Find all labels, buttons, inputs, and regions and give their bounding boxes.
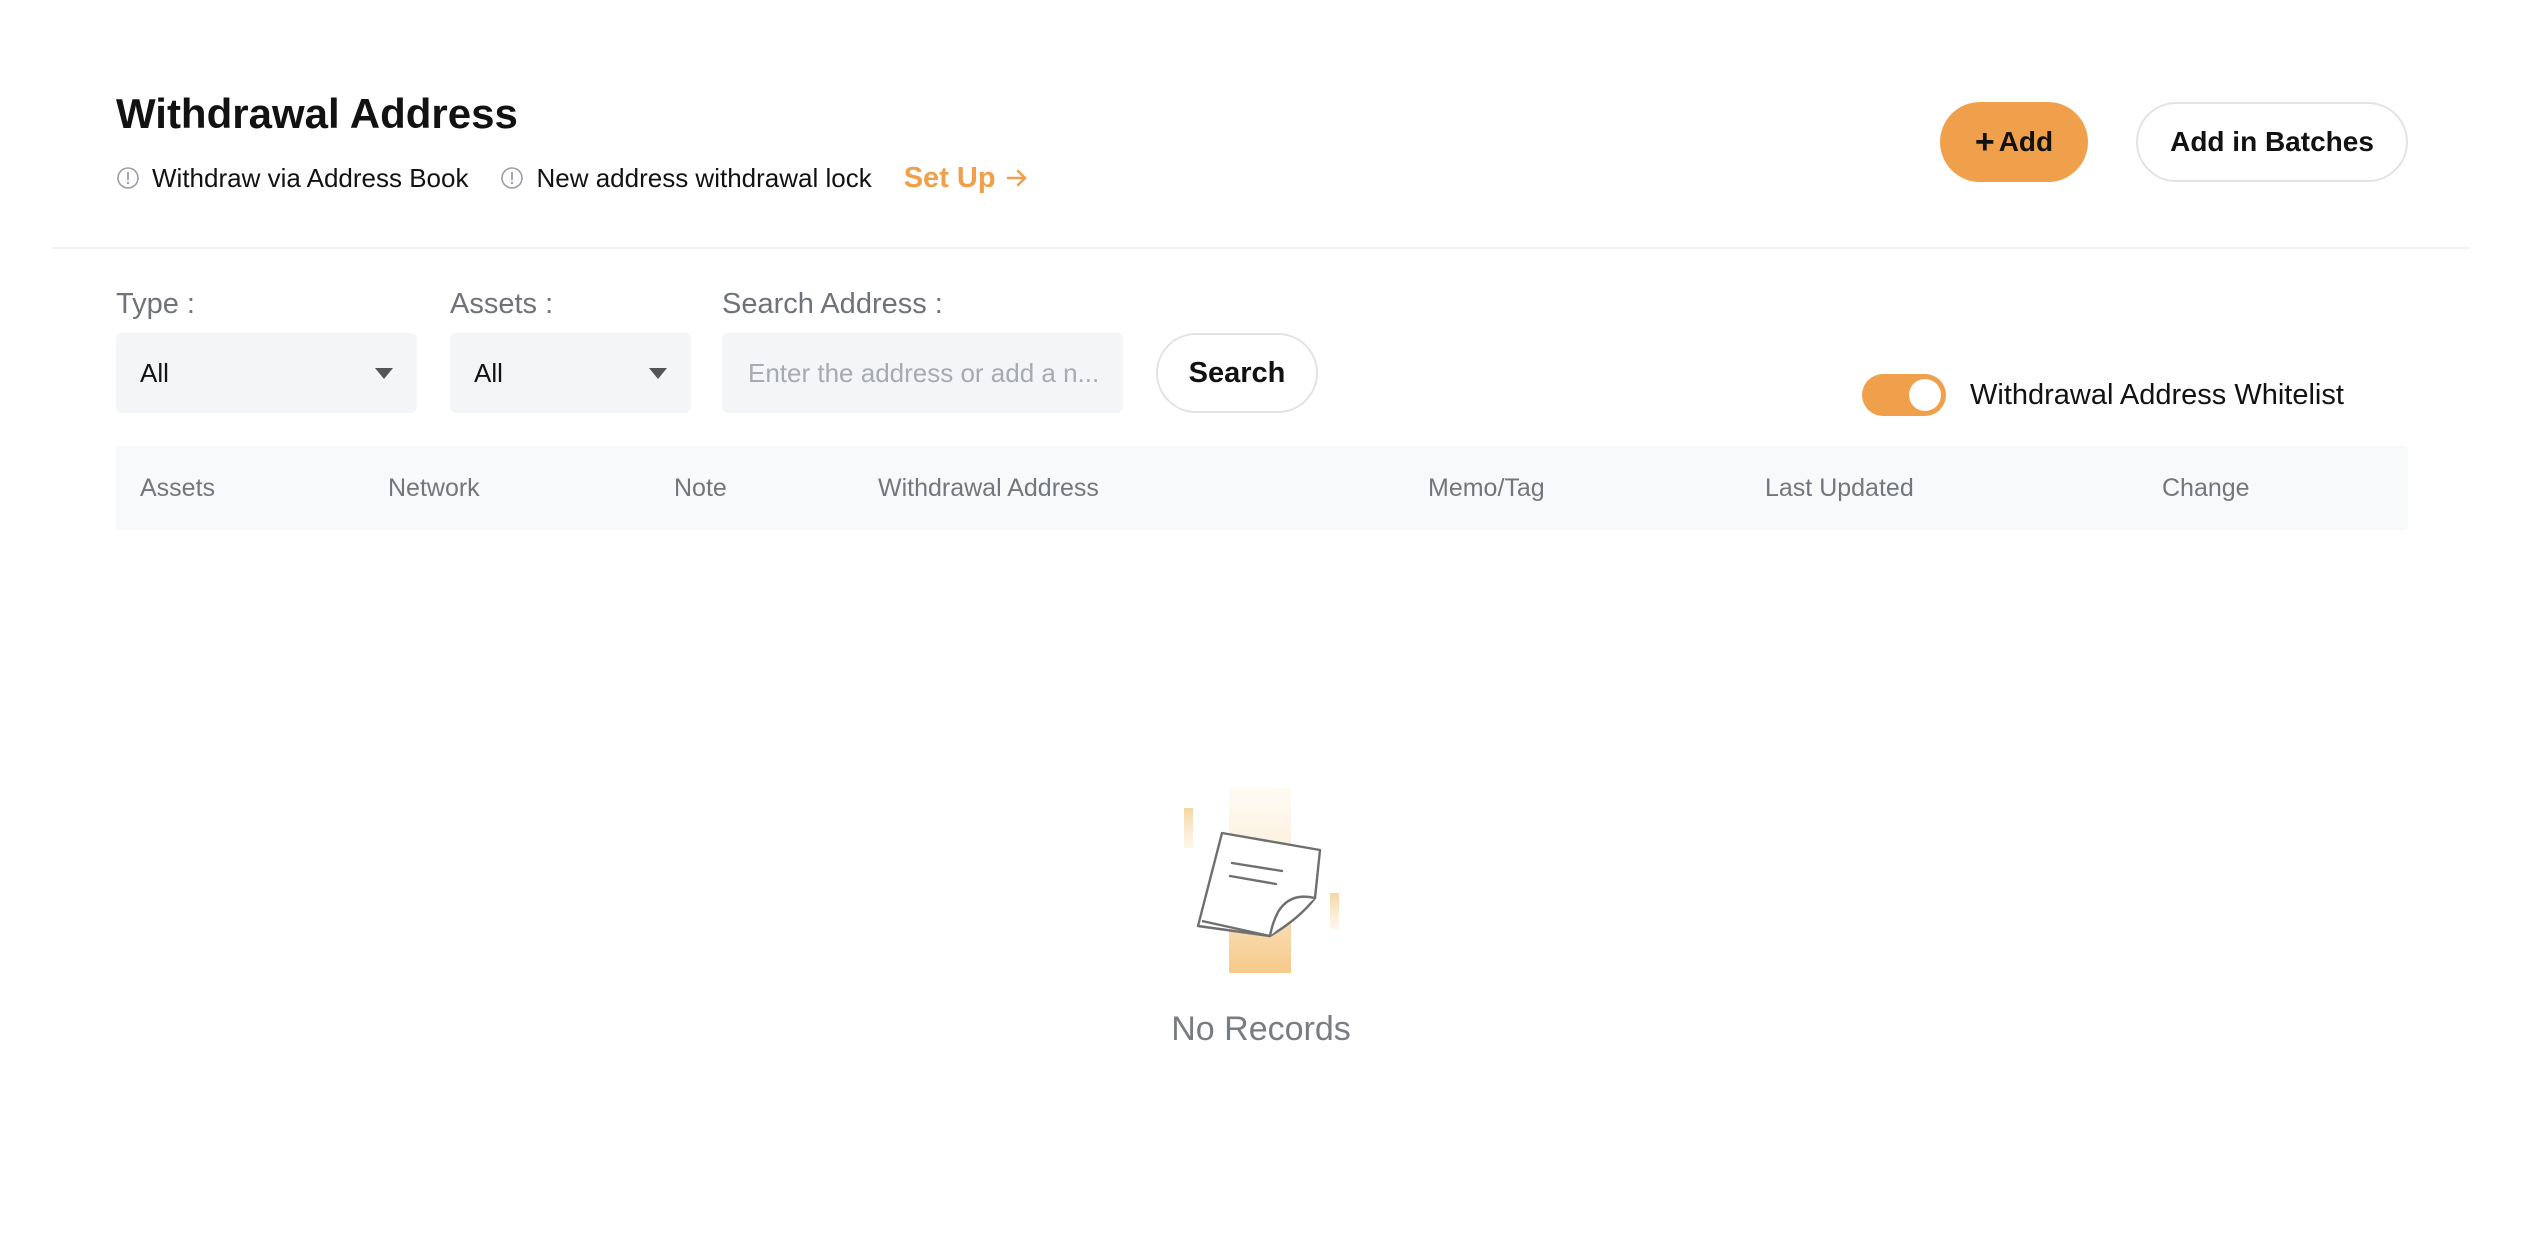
add-button-label: Add [1998, 126, 2054, 157]
column-header-network: Network [388, 474, 480, 502]
info-circle-icon [500, 166, 524, 190]
type-select-value: All [140, 357, 169, 388]
type-select[interactable]: All [116, 333, 417, 413]
column-header-assets: Assets [140, 474, 216, 502]
column-header-last-updated: Last Updated [1765, 474, 1914, 502]
assets-select[interactable]: All [450, 333, 691, 413]
search-button[interactable]: Search [1156, 333, 1318, 413]
info-address-book-label: Withdraw via Address Book [152, 162, 469, 193]
whitelist-toggle[interactable] [1862, 374, 1946, 416]
type-filter-label: Type : [116, 288, 195, 320]
search-address-input[interactable] [722, 333, 1123, 413]
arrow-right-icon [1004, 165, 1030, 191]
plus-icon: + [1974, 122, 1995, 161]
info-circle-icon [116, 166, 140, 190]
empty-state-text: No Records [1171, 1010, 1351, 1048]
header-info-bar: Withdraw via Address Book New address wi… [116, 160, 1030, 196]
info-withdrawal-lock-label: New address withdrawal lock [536, 162, 872, 193]
setup-link[interactable]: Set Up [904, 162, 1030, 195]
assets-filter-label: Assets : [450, 288, 554, 320]
table-header: Assets Network Note Withdrawal Address M… [116, 446, 2408, 530]
header-divider [52, 247, 2470, 249]
caret-down-icon [375, 367, 393, 379]
info-withdrawal-lock: New address withdrawal lock [500, 162, 872, 194]
page-title: Withdrawal Address [116, 90, 518, 137]
column-header-change: Change [2162, 474, 2250, 502]
whitelist-toggle-group: Withdrawal Address Whitelist [1862, 374, 2344, 416]
empty-document-icon [1180, 788, 1350, 983]
caret-down-icon [649, 367, 667, 379]
toggle-knob [1909, 379, 1941, 411]
search-address-label: Search Address : [722, 288, 943, 320]
withdrawal-address-page: Withdrawal Address Withdraw via Address … [0, 0, 2522, 1238]
add-in-batches-button[interactable]: Add in Batches [2136, 102, 2408, 182]
assets-select-value: All [474, 357, 503, 388]
column-header-note: Note [674, 474, 727, 502]
column-header-memo-tag: Memo/Tag [1428, 474, 1545, 502]
column-header-withdrawal-address: Withdrawal Address [878, 474, 1099, 502]
add-button[interactable]: + Add [1940, 102, 2088, 182]
setup-link-label: Set Up [903, 161, 996, 194]
info-address-book: Withdraw via Address Book [116, 163, 468, 194]
whitelist-toggle-label: Withdrawal Address Whitelist [1970, 378, 2344, 411]
